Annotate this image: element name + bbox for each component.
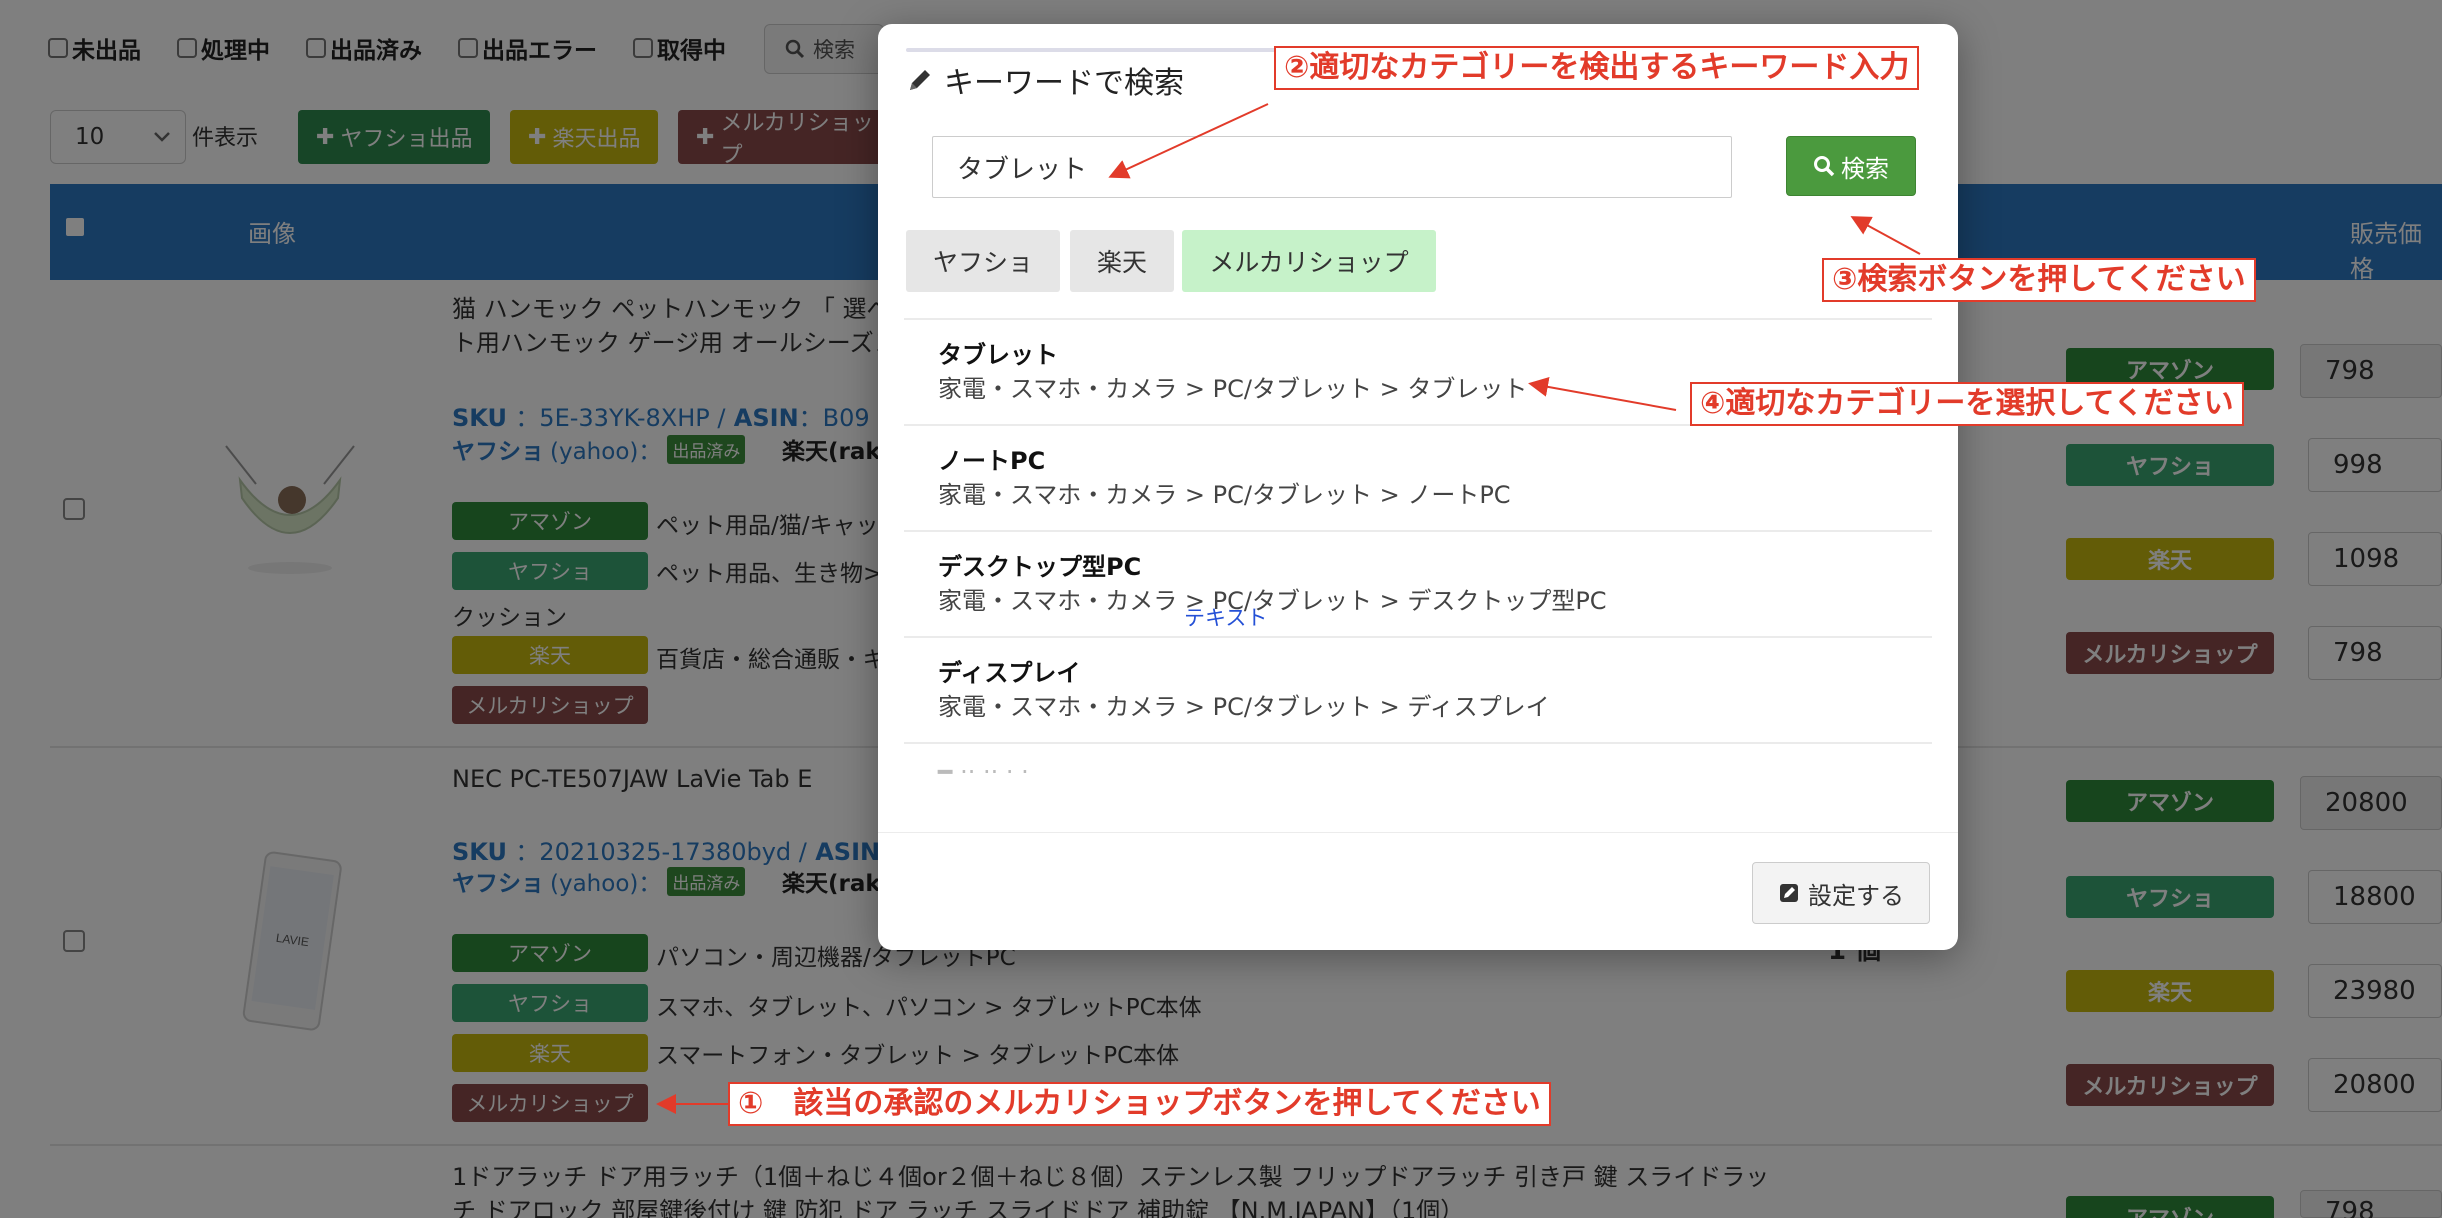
annotation-step2: ②適切なカテゴリーを検出するキーワード入力 [1274,46,1920,90]
annotation-step4: ④適切なカテゴリーを選択してください [1690,382,2244,426]
annotation-arrows [656,103,1921,1114]
annotation-step1: ① 該当の承認のメルカリショップボタンを押してください [728,1082,1551,1126]
annotation-step3: ③検索ボタンを押してください [1822,258,2256,302]
